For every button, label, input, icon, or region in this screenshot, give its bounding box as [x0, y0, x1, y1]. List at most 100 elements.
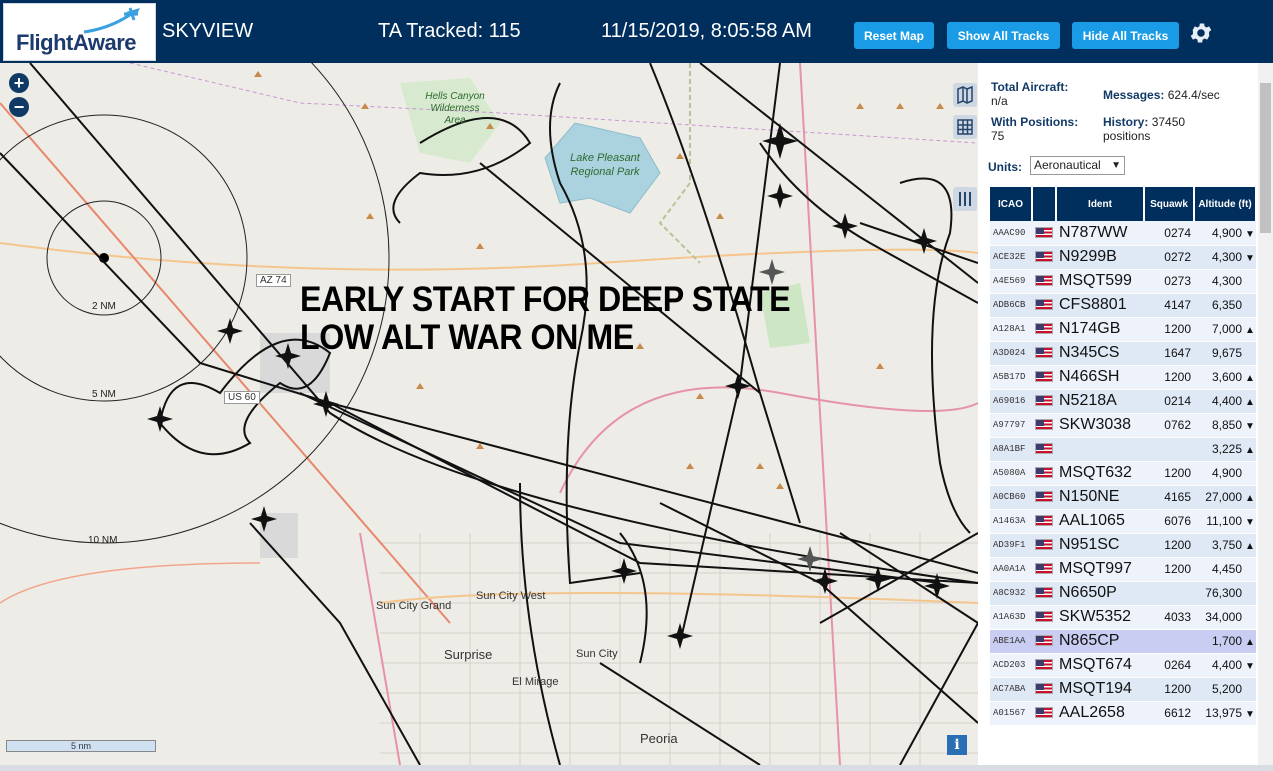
- info-icon[interactable]: i: [947, 735, 967, 755]
- column-header-altitude[interactable]: Altitude (ft): [1194, 187, 1256, 221]
- table-row[interactable]: A5B17D N466SH 1200 3,600 ▲: [990, 365, 1256, 390]
- table-row[interactable]: A8A1BF 3,225 ▲: [990, 437, 1256, 462]
- flag-cell: [1032, 413, 1056, 438]
- icao-cell: A01567: [990, 701, 1032, 726]
- icao-cell: ACD203: [990, 653, 1032, 678]
- us-flag-icon: [1035, 539, 1053, 551]
- column-header-flag[interactable]: [1032, 187, 1057, 221]
- ident-cell: MSQT599: [1056, 269, 1144, 294]
- tracked-count: TA Tracked: 115: [378, 20, 521, 42]
- logo-text: FlightAware: [16, 30, 137, 55]
- map-icon: [957, 85, 973, 105]
- altitude-value: 34,000: [1205, 610, 1242, 624]
- table-row[interactable]: ABE1AA N865CP 1,700 ▲: [990, 629, 1256, 654]
- map-layers-button[interactable]: [953, 83, 977, 107]
- table-row[interactable]: ADB6CB CFS8801 4147 6,350: [990, 293, 1256, 318]
- road: [0, 562, 261, 604]
- us-flag-icon: [1035, 347, 1053, 359]
- messages-stat: Messages: 624.4/sec: [1103, 88, 1220, 102]
- place-label-sun-city: Sun City: [576, 648, 618, 660]
- app-title: SKYVIEW: [162, 20, 254, 42]
- reset-map-button[interactable]: Reset Map: [854, 22, 934, 49]
- table-row[interactable]: A1A63D SKW5352 4033 34,000: [990, 605, 1256, 630]
- overlay-caption-line2: LOW ALT WAR ON ME: [300, 318, 634, 357]
- altitude-cell: 6,350: [1194, 293, 1256, 318]
- table-row[interactable]: A01567 AAL2658 6612 13,975 ▼: [990, 701, 1256, 726]
- table-row[interactable]: A5080A MSQT632 1200 4,900: [990, 461, 1256, 486]
- place-label-sun-city-grand: Sun City Grand: [376, 600, 452, 612]
- aircraft-table-body: AAAC90 N787WW 0274 4,900 ▼ ACE32E N9299B 0272 4,…: [990, 221, 1256, 726]
- aircraft-sidebar: Total Aircraft: n/a Messages: 624.4/sec …: [978, 63, 1273, 765]
- table-row[interactable]: A4E569 MSQT599 0273 4,300: [990, 269, 1256, 294]
- zoom-in-button[interactable]: +: [9, 73, 29, 93]
- units-select[interactable]: Aeronautical ▼: [1030, 156, 1125, 175]
- altitude-cell: 4,300 ▼: [1194, 245, 1256, 270]
- altitude-value: 76,300: [1205, 586, 1242, 600]
- altitude-value: 4,450: [1211, 562, 1242, 576]
- show-all-tracks-button[interactable]: Show All Tracks: [947, 22, 1060, 49]
- scale-bar: 5 nm: [6, 740, 156, 752]
- columns-toggle-button[interactable]: [953, 187, 977, 211]
- us-flag-icon: [1035, 611, 1053, 623]
- ident-cell: N150NE: [1056, 485, 1144, 510]
- table-row[interactable]: AC7ABA MSQT194 1200 5,200: [990, 677, 1256, 702]
- squawk-cell: 0274: [1144, 221, 1194, 246]
- messages-label: Messages:: [1103, 88, 1165, 102]
- table-row[interactable]: A97797 SKW3038 0762 8,850 ▼: [990, 413, 1256, 438]
- column-header-ident[interactable]: Ident: [1056, 187, 1145, 221]
- flag-cell: [1032, 317, 1056, 342]
- table-row[interactable]: A0CB60 N150NE 4165 27,000 ▲: [990, 485, 1256, 510]
- aircraft-table-wrap[interactable]: ICAO Ident Squawk Altitude (ft) AAAC90 N7…: [990, 187, 1256, 765]
- table-row[interactable]: A1463A AAL1065 6076 11,100 ▼: [990, 509, 1256, 534]
- altitude-cell: 4,300: [1194, 269, 1256, 294]
- squawk-cell: 1200: [1144, 317, 1194, 342]
- with-positions-value: 75: [991, 129, 1005, 143]
- scrollbar-thumb[interactable]: [1260, 83, 1271, 233]
- map-canvas[interactable]: 2 NM 5 NM 10 NM Hells Canyon Wilderness …: [0, 63, 978, 765]
- altitude-value: 4,300: [1211, 274, 1242, 288]
- column-header-icao[interactable]: ICAO: [990, 187, 1033, 221]
- road-303: [559, 386, 978, 494]
- icao-cell: AA0A1A: [990, 557, 1032, 582]
- bottom-strip: [0, 765, 1273, 771]
- hide-all-tracks-button[interactable]: Hide All Tracks: [1072, 22, 1179, 49]
- aircraft-icon: [767, 183, 793, 209]
- icao-cell: A4E569: [990, 269, 1032, 294]
- squawk-cell: [1144, 629, 1194, 654]
- table-row[interactable]: AAAC90 N787WW 0274 4,900 ▼: [990, 221, 1256, 246]
- messages-value: 624.4/sec: [1167, 88, 1220, 102]
- sidebar-scrollbar[interactable]: [1258, 63, 1273, 765]
- table-row[interactable]: A8C932 N6650P 76,300: [990, 581, 1256, 606]
- altitude-cell: 1,700 ▲: [1194, 629, 1256, 654]
- squawk-cell: 4165: [1144, 485, 1194, 510]
- altitude-cell: 27,000 ▲: [1194, 485, 1256, 510]
- flag-cell: [1032, 389, 1056, 414]
- ident-cell: AAL1065: [1056, 509, 1144, 534]
- flag-cell: [1032, 245, 1056, 270]
- icao-cell: ACE32E: [990, 245, 1032, 270]
- table-row[interactable]: AD39F1 N951SC 1200 3,750 ▲: [990, 533, 1256, 558]
- table-row[interactable]: ACE32E N9299B 0272 4,300 ▼: [990, 245, 1256, 270]
- history-value: 37450: [1151, 115, 1186, 129]
- us-flag-icon: [1035, 251, 1053, 263]
- zoom-out-button[interactable]: −: [9, 97, 29, 117]
- table-row[interactable]: A69016 N5218A 0214 4,400 ▲: [990, 389, 1256, 414]
- overlay-caption-line1: EARLY START FOR DEEP STATE: [300, 280, 791, 319]
- altitude-cell: 13,975 ▼: [1194, 701, 1256, 726]
- squawk-cell: 0264: [1144, 653, 1194, 678]
- flag-cell: [1032, 221, 1056, 246]
- table-row[interactable]: ACD203 MSQT674 0264 4,400 ▼: [990, 653, 1256, 678]
- with-positions-stat: With Positions: 75: [991, 115, 1078, 143]
- ident-cell: N345CS: [1056, 341, 1144, 366]
- road-label-us60: US 60: [224, 391, 260, 404]
- flightaware-logo[interactable]: FlightAware: [3, 3, 156, 61]
- altitude-cell: 11,100 ▼: [1194, 509, 1256, 534]
- column-header-squawk[interactable]: Squawk: [1144, 187, 1195, 221]
- table-row[interactable]: A128A1 N174GB 1200 7,000 ▲: [990, 317, 1256, 342]
- grid-toggle-button[interactable]: [953, 115, 977, 139]
- gear-icon[interactable]: [1188, 20, 1214, 46]
- altitude-cell: 4,400 ▼: [1194, 653, 1256, 678]
- flag-cell: [1032, 653, 1056, 678]
- table-row[interactable]: A3D024 N345CS 1647 9,675: [990, 341, 1256, 366]
- table-row[interactable]: AA0A1A MSQT997 1200 4,450: [990, 557, 1256, 582]
